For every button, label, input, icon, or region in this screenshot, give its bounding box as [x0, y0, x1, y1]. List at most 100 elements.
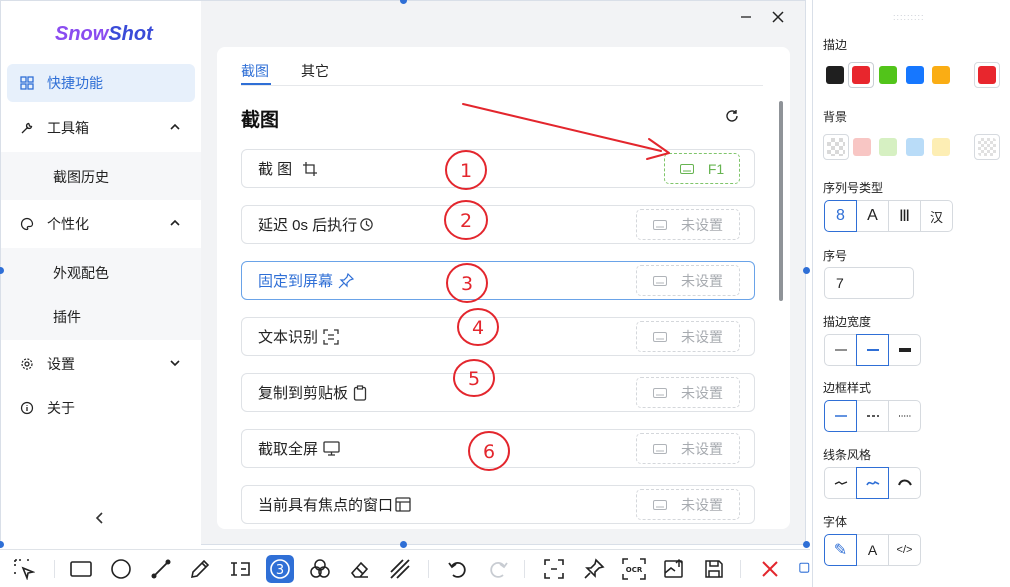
sidebar-item-settings[interactable]: 设置 [7, 345, 195, 383]
palette-icon [7, 217, 47, 231]
hotkey-input[interactable]: 未设置 [636, 265, 740, 296]
shortcut-row-focused-window[interactable]: 当前具有焦点的窗口 未设置 [241, 485, 755, 524]
border-style-solid[interactable] [824, 400, 857, 432]
shortcut-row-pin[interactable]: 固定到屏幕 未设置 [241, 261, 755, 300]
shortcut-row-fullscreen[interactable]: 截取全屏 未设置 [241, 429, 755, 468]
stroke-color-black[interactable] [826, 66, 844, 84]
redo-icon[interactable] [484, 555, 512, 583]
select-tool-icon[interactable] [10, 555, 38, 583]
hotkey-value: 未设置 [681, 496, 723, 513]
bg-color-light-yellow[interactable] [932, 138, 950, 156]
clock-icon [359, 217, 374, 232]
selection-handle[interactable] [803, 267, 810, 274]
hotkey-input[interactable]: F1 [664, 153, 740, 184]
fixed-size-capture-icon[interactable] [540, 555, 568, 583]
undo-icon[interactable] [444, 555, 472, 583]
shortcut-row-copy[interactable]: 复制到剪贴板 未设置 [241, 373, 755, 412]
stroke-color-blue[interactable] [906, 66, 924, 84]
info-icon [7, 401, 47, 415]
stroke-color-yellow[interactable] [932, 66, 950, 84]
save-icon[interactable] [700, 555, 728, 583]
serial-type-label: 序列号类型 [823, 181, 884, 195]
pin-to-screen-icon[interactable] [580, 555, 608, 583]
close-icon[interactable] [770, 9, 786, 25]
font-code[interactable]: </> [888, 534, 921, 566]
cancel-icon[interactable] [756, 555, 784, 583]
shortcut-row-delay[interactable]: 延迟 0s 后执行 未设置 [241, 205, 755, 244]
shortcut-label: 延迟 0s 后执行 [258, 217, 358, 234]
hotkey-input[interactable]: 未设置 [636, 209, 740, 240]
clipboard-icon [353, 384, 367, 401]
line-style-smooth[interactable] [856, 467, 889, 499]
toolbar-divider [54, 560, 55, 578]
text-tool-icon[interactable] [226, 555, 254, 583]
serial-type-letter[interactable]: A [856, 200, 889, 232]
pin-icon [338, 272, 355, 289]
ellipse-tool-icon[interactable] [107, 555, 135, 583]
font-normal[interactable]: A [856, 534, 889, 566]
serial-number-tool-icon[interactable]: 3 [266, 555, 294, 583]
blur-tool-icon[interactable] [306, 555, 334, 583]
border-style-dashed[interactable] [856, 400, 889, 432]
hotkey-input[interactable]: 未设置 [636, 321, 740, 352]
keyboard-icon [679, 161, 694, 177]
pen-tool-icon[interactable] [186, 555, 214, 583]
scrollbar-thumb[interactable] [779, 101, 783, 301]
stroke-width-thin[interactable] [824, 334, 857, 366]
serial-type-number[interactable]: 8 [824, 200, 857, 232]
sidebar-item-shortcuts[interactable]: 快捷功能 [7, 64, 195, 102]
bg-color-pink[interactable] [853, 138, 871, 156]
font-handwriting[interactable]: ✎ [824, 534, 857, 566]
ocr-icon[interactable]: OCR [620, 555, 648, 583]
shortcut-row-ocr[interactable]: 文本识别 未设置 [241, 317, 755, 356]
eraser-tool-icon[interactable] [346, 555, 374, 583]
tab-screenshot[interactable]: 截图 [241, 61, 269, 81]
refresh-icon[interactable] [724, 108, 740, 127]
stroke-color-green[interactable] [879, 66, 897, 84]
line-tool-icon[interactable] [147, 555, 175, 583]
hotkey-input[interactable]: 未设置 [636, 377, 740, 408]
stroke-color-red[interactable] [852, 66, 870, 84]
shortcut-row-screenshot[interactable]: 截 图 F1 [241, 149, 755, 188]
logo-text-shot: Shot [108, 23, 153, 45]
minimize-icon[interactable] [738, 9, 754, 25]
font-style-group: ✎ A </> [824, 534, 921, 566]
shortcut-label: 截 图 [258, 161, 293, 178]
drag-grip-icon[interactable]: ::::::::: [893, 12, 925, 22]
rectangle-tool-icon[interactable] [67, 555, 95, 583]
serial-number-input[interactable]: 7 [824, 267, 914, 299]
shortcut-label: 截取全屏 [258, 441, 319, 458]
sidebar-item-toolbox[interactable]: 工具箱 [7, 109, 195, 147]
section-title: 截图 [241, 110, 280, 131]
hotkey-value: F1 [707, 160, 725, 177]
tab-other[interactable]: 其它 [301, 61, 329, 81]
serial-type-chinese[interactable]: 汉 [920, 200, 953, 232]
selection-handle[interactable] [400, 541, 407, 548]
hotkey-input[interactable]: 未设置 [636, 433, 740, 464]
highlight-tool-icon[interactable] [386, 555, 414, 583]
sidebar-item-appearance[interactable]: 外观配色 [53, 263, 109, 283]
stroke-width-thick[interactable] [888, 334, 921, 366]
selection-handle[interactable] [0, 541, 4, 548]
bg-color-transparent[interactable] [827, 138, 845, 156]
sidebar-item-personalize[interactable]: 个性化 [7, 205, 195, 243]
sidebar-item-plugins[interactable]: 插件 [53, 307, 81, 327]
collapse-sidebar-icon[interactable] [93, 511, 107, 528]
personalize-submenu [1, 248, 201, 340]
save-image-icon[interactable] [660, 555, 688, 583]
copy-icon[interactable] [796, 555, 810, 583]
stroke-width-group [824, 334, 921, 366]
line-style-straight[interactable] [824, 467, 857, 499]
logo-text-snow: Snow [55, 23, 109, 45]
sidebar-item-screenshot-history[interactable]: 截图历史 [53, 167, 109, 187]
serial-type-roman[interactable]: Ⅲ [888, 200, 921, 232]
selection-handle[interactable] [803, 541, 810, 548]
border-style-dotted[interactable] [888, 400, 921, 432]
bg-color-light-blue[interactable] [906, 138, 924, 156]
hotkey-input[interactable]: 未设置 [636, 489, 740, 520]
sidebar-item-about[interactable]: 关于 [7, 389, 195, 427]
line-style-curve[interactable] [888, 467, 921, 499]
bg-color-light-green[interactable] [879, 138, 897, 156]
stroke-width-medium[interactable] [856, 334, 889, 366]
hotkey-value: 未设置 [681, 328, 723, 345]
